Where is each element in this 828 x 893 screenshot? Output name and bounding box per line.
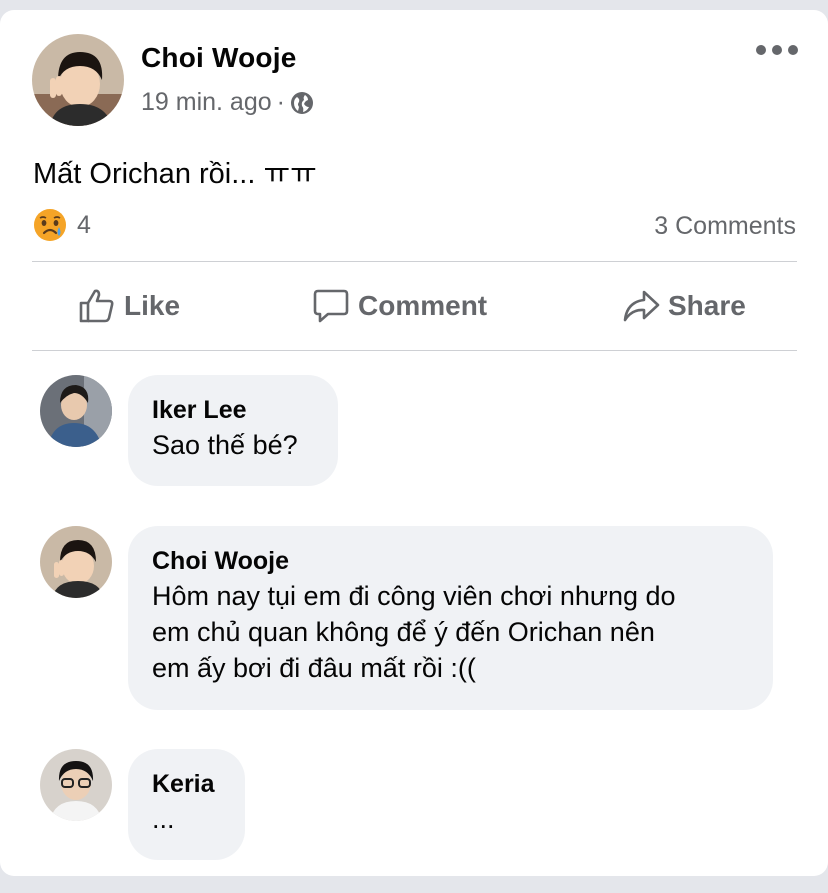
globe-icon [290,91,314,115]
comment-author[interactable]: Iker Lee [152,393,314,427]
commenter-avatar[interactable] [40,526,112,598]
comment-bubble: Choi Wooje Hôm nay tụi em đi công viên c… [128,526,773,710]
comment-author[interactable]: Keria [152,767,221,801]
thumbs-up-icon [79,289,114,323]
comment-text: Sao thế bé? [152,430,298,460]
divider-bottom [32,350,797,351]
comment-label: Comment [358,290,488,321]
share-label: Share [668,290,746,321]
sad-face-emoji-icon [33,208,67,242]
post-timestamp[interactable]: 19 min. ago [141,88,272,117]
comment-text-line: em chủ quan không để ý đến Orichan nên [152,617,655,647]
post-meta: 19 min. ago · [141,88,314,117]
post-card: Choi Wooje 19 min. ago · Mất Orichan rồi… [0,10,828,876]
commenter-avatar[interactable] [40,749,112,821]
comment-text: ... [152,804,175,834]
like-label: Like [124,290,181,321]
post-author-name[interactable]: Choi Wooje [141,42,296,74]
comments-count-link[interactable]: 3 Comments [654,212,796,241]
share-arrow-icon [623,290,660,322]
comment-text-line: em ấy bơi đi đâu mất rồi :(( [152,653,476,683]
comment-author[interactable]: Choi Wooje [152,544,749,578]
speech-bubble-icon [313,289,349,323]
comment-bubble: Keria ... [128,749,245,860]
post-actions-bar: Like Comment Share [32,262,797,350]
like-button[interactable]: Like [78,262,180,350]
meta-separator: · [276,88,285,116]
reaction-count: 4 [77,210,91,239]
reactions-summary[interactable]: 4 [33,208,91,242]
more-options-icon[interactable] [756,38,798,62]
comment-text-line: Hôm nay tụi em đi công viên chơi nhưng d… [152,581,676,611]
post-text: Mất Orichan rồi... ㅠㅠ [33,158,317,190]
commenter-avatar[interactable] [40,375,112,447]
author-avatar[interactable] [32,34,124,126]
comment-bubble: Iker Lee Sao thế bé? [128,375,338,486]
comment-button[interactable]: Comment [312,262,487,350]
share-button[interactable]: Share [622,262,746,350]
